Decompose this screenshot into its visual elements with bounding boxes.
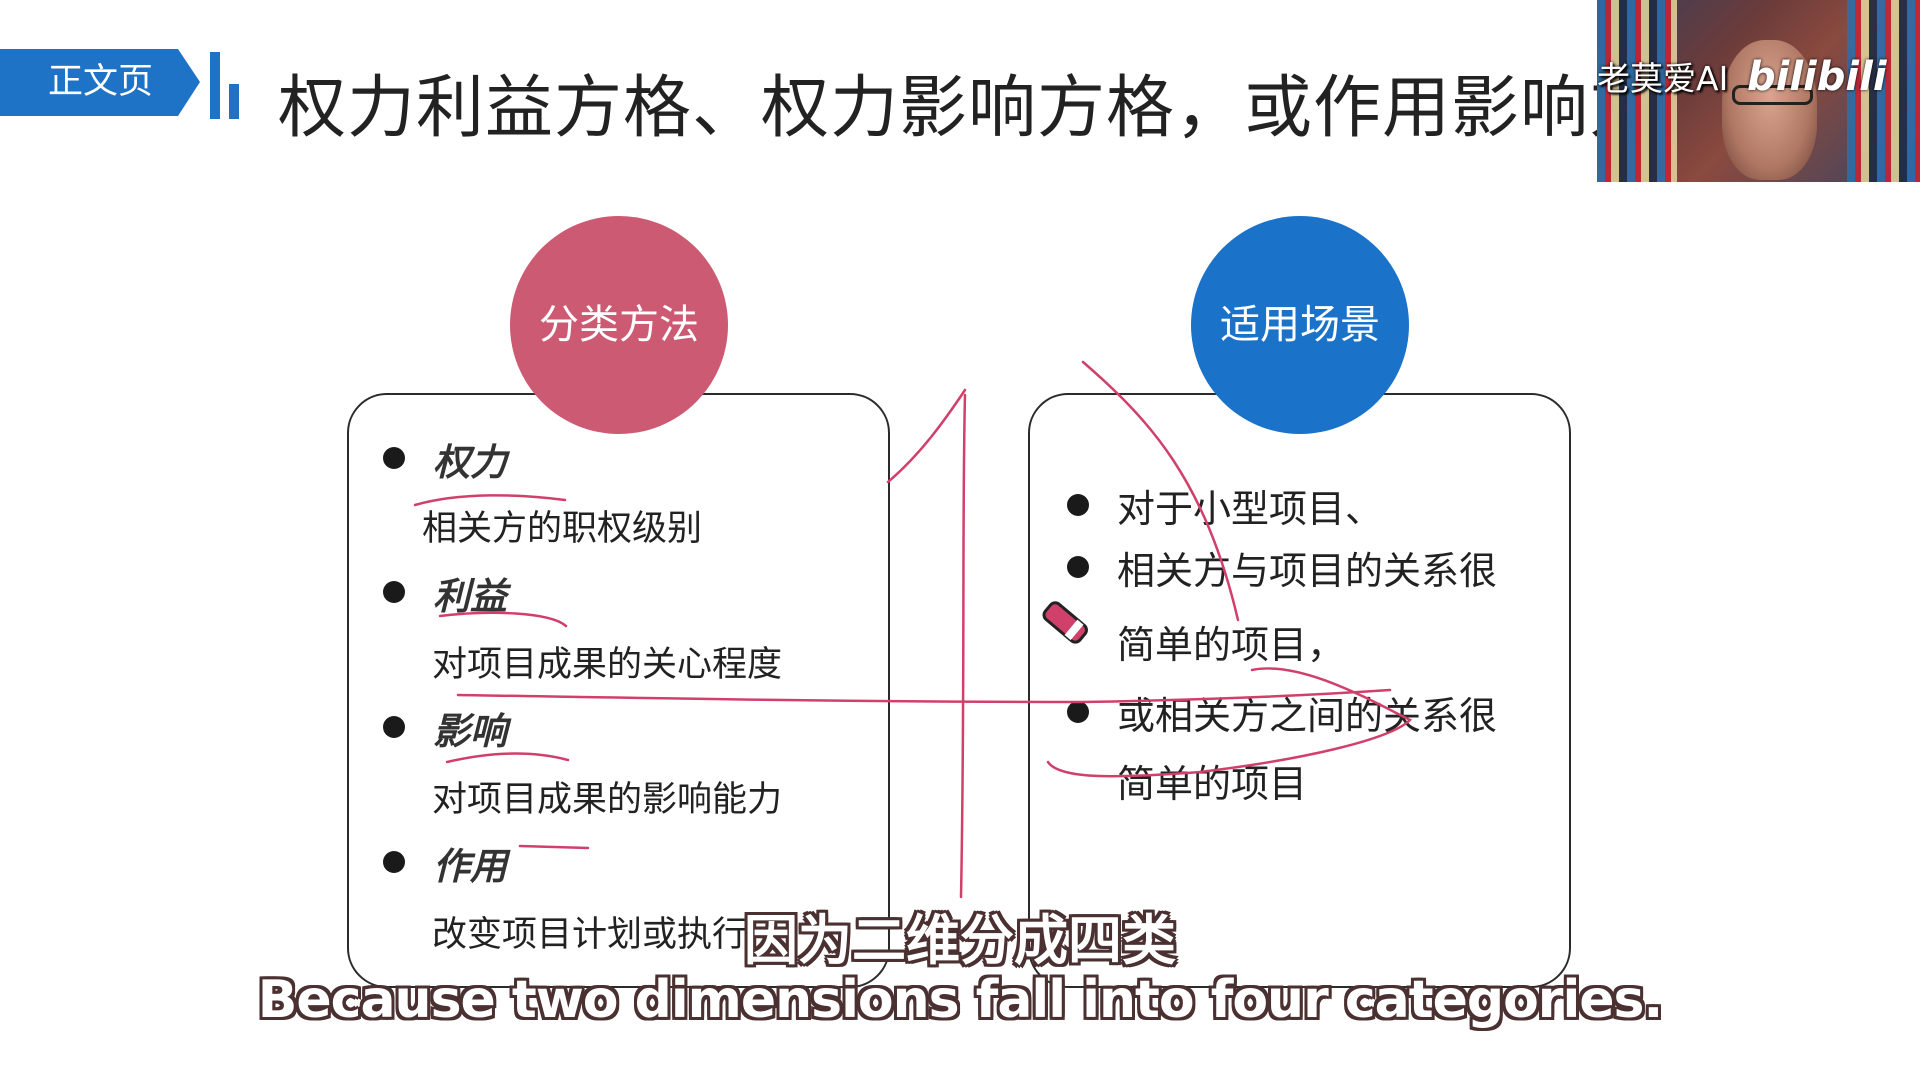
bullet (1067, 701, 1089, 723)
item-title-power: 权力 (433, 441, 507, 484)
subtitle-chinese: 因为二维分成四类 (744, 909, 1176, 972)
accent-bar (210, 52, 220, 119)
item-title-influence: 影响 (433, 710, 507, 753)
bilibili-logo: bilibili (1747, 54, 1887, 100)
item-desc-power: 相关方的职权级别 (422, 509, 703, 549)
bullet (383, 716, 405, 738)
classification-heading: 分类方法 (510, 216, 728, 434)
page-tag: 正文页 (0, 49, 200, 116)
slide: 正文页 权力利益方格、权力影响方格，或作用影响方格 老莫爱AI bilibili… (0, 0, 1920, 1080)
bullet (383, 581, 405, 603)
scenario-line: 相关方与项目的关系很 (1117, 549, 1498, 593)
item-desc-interest: 对项目成果的关心程度 (432, 645, 783, 685)
scenario-line: 对于小型项目、 (1117, 487, 1384, 531)
scenario-line: 简单的项目 (1117, 762, 1308, 806)
scenario-heading: 适用场景 (1191, 216, 1409, 434)
accent-bar-short (229, 84, 239, 119)
item-title-interest: 利益 (433, 575, 507, 618)
webcam-overlay: 老莫爱AI bilibili (1597, 0, 1920, 182)
slide-title: 权力利益方格、权力影响方格，或作用影响方格 (278, 69, 1728, 148)
item-desc-influence: 对项目成果的影响能力 (432, 780, 783, 820)
bullet (383, 851, 405, 873)
channel-watermark: 老莫爱AI (1597, 59, 1729, 98)
bullet (383, 447, 405, 469)
subtitle-english: Because two dimensions fall into four ca… (257, 970, 1664, 1030)
scenario-line: 简单的项目， (1117, 623, 1346, 667)
bullet (1067, 556, 1089, 578)
bullet (1067, 494, 1089, 516)
scenario-line: 或相关方之间的关系很 (1117, 694, 1498, 738)
item-title-impact: 作用 (433, 845, 507, 888)
